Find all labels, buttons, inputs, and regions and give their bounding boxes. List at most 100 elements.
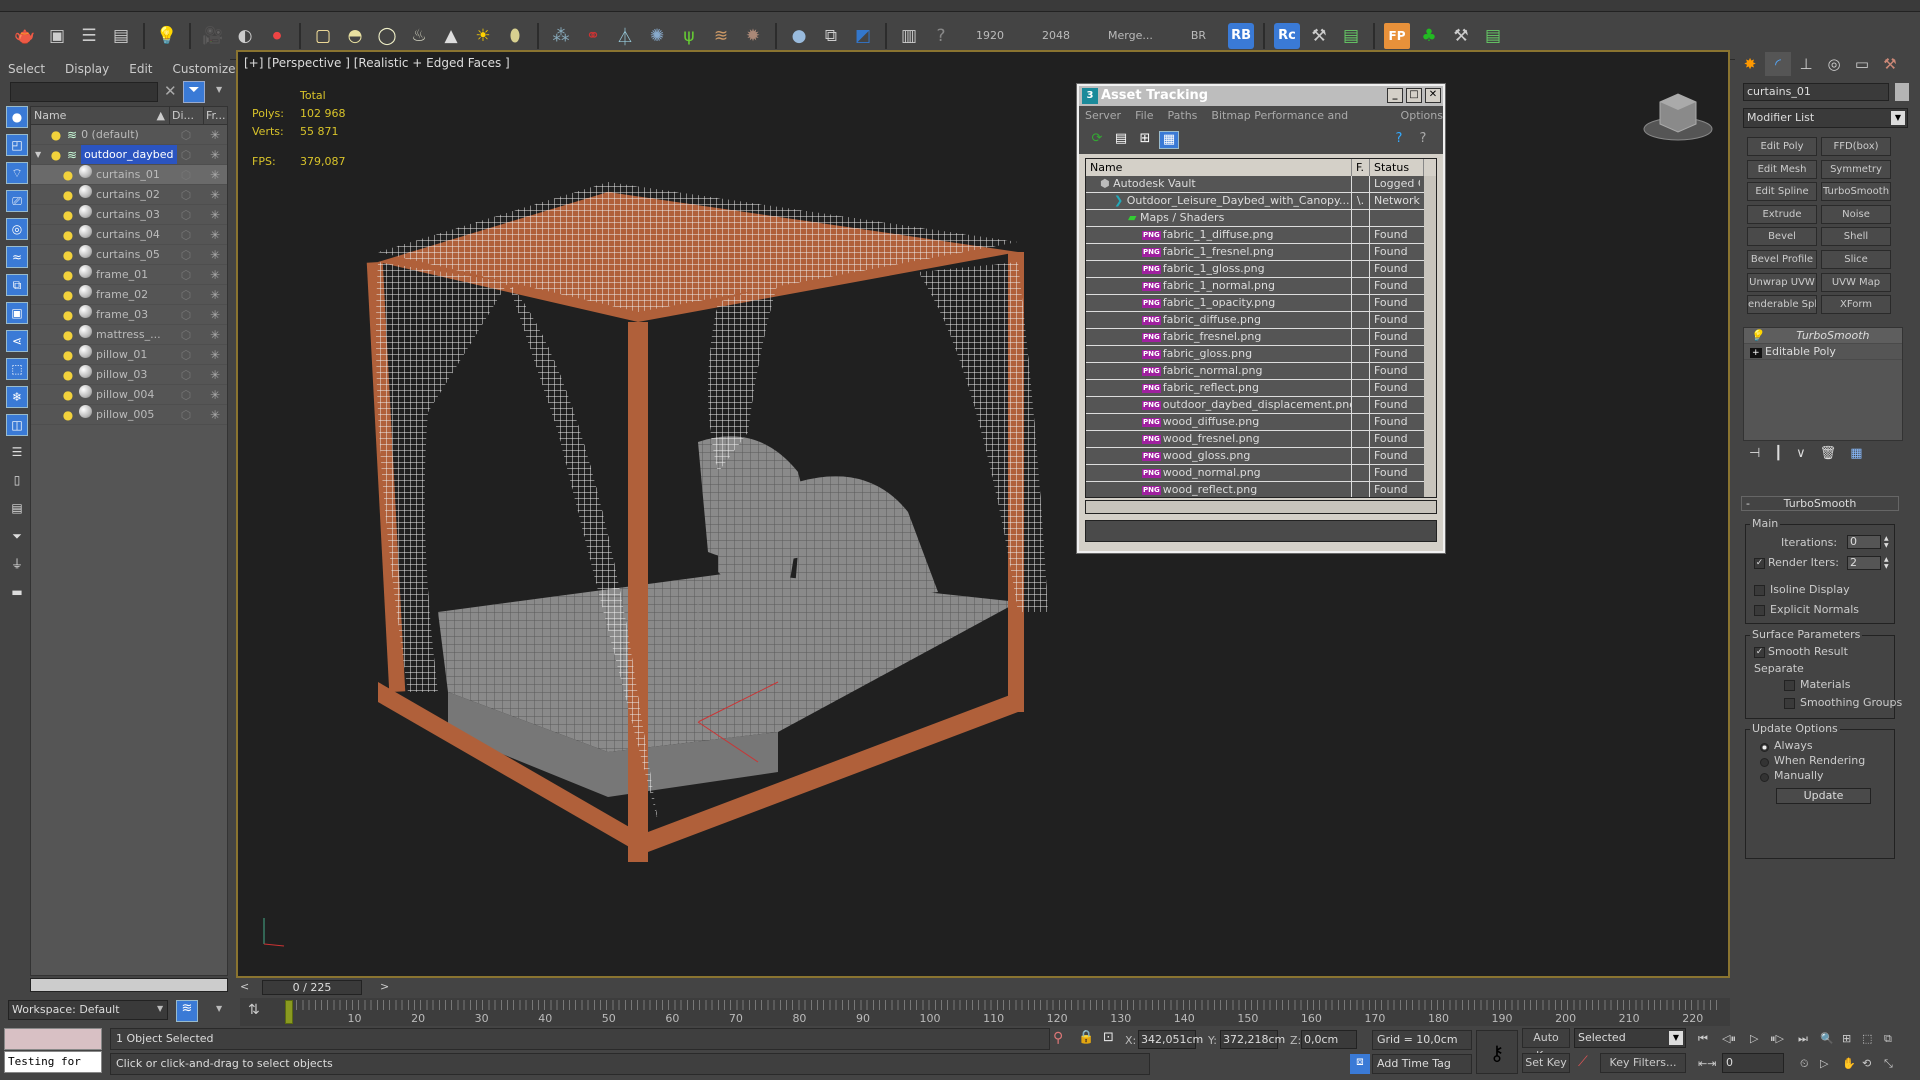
clear-search-icon[interactable]: ✕ [164,82,177,100]
asset-row[interactable]: PNG fabric_diffuse.png Found [1086,312,1436,329]
set-key-button[interactable]: Set Key [1522,1053,1570,1073]
menu-display[interactable]: Display [65,62,109,76]
expand-icon[interactable]: + [1750,348,1762,358]
modifier-button[interactable]: Edit Mesh [1747,159,1817,179]
freeze-icon[interactable]: ✳ [205,145,225,165]
curve-editor-icon[interactable]: ⇅ [248,1002,260,1018]
modifier-button[interactable]: enderable Splin [1747,295,1817,315]
help-icon[interactable]: ? [1389,131,1409,149]
xrefs-filter-icon[interactable]: ▣ [6,302,28,324]
freeze-icon[interactable]: ✳ [205,225,225,245]
shapes-filter-icon[interactable]: ◰ [6,134,28,156]
cameras-filter-icon[interactable]: ⎚ [6,190,28,212]
utilities-tab-icon[interactable]: ⚒ [1877,52,1903,76]
display-none-icon[interactable]: ▯ [6,470,28,492]
display-tab-icon[interactable]: ▭ [1849,52,1875,76]
show-end-result-icon[interactable]: ┃ [1774,446,1782,468]
key-mode-toggle-icon[interactable]: ⇤⇥ [1698,1057,1716,1070]
maximize-viewport-icon[interactable]: ⤡ [1884,1057,1893,1071]
x-coordinate-field[interactable]: 342,051cm [1138,1030,1203,1049]
column-full-path[interactable]: F. [1352,159,1370,176]
filter-options-icon[interactable]: ⏚ [6,554,28,576]
geometry-filter-icon[interactable]: ● [6,106,28,128]
lightbulb-icon[interactable]: ● [61,225,75,244]
display-box-icon[interactable]: ⬡ [171,405,201,425]
bones-filter-icon[interactable]: ⋖ [6,330,28,352]
next-frame-icon[interactable]: ⏸▷ [1770,1032,1784,1046]
display-box-icon[interactable]: ⬡ [171,145,201,165]
lightbulb-icon[interactable]: ● [61,365,75,384]
spinner-arrows-icon[interactable]: ▲ ▼ [1884,556,1892,570]
column-status[interactable]: Status [1370,159,1424,176]
spinner-arrows-icon[interactable]: ▲ ▼ [1884,535,1892,549]
lightbulb-icon[interactable]: ● [49,145,63,164]
lightbulb-icon[interactable]: ● [61,405,75,424]
gear-sphere-icon[interactable]: ✺ [644,23,670,49]
configure-sets-icon[interactable]: ▦ [1850,446,1862,468]
add-time-tag[interactable]: Add Time Tag [1372,1054,1472,1074]
teapot-light-icon[interactable]: ♨ [406,23,432,49]
hidden-filter-icon[interactable]: ◫ [6,414,28,436]
asset-row[interactable]: PNG fabric_1_diffuse.png Found [1086,227,1436,244]
display-all-icon[interactable]: ☰ [6,442,28,464]
freeze-icon[interactable]: ✳ [205,205,225,225]
next-frame-arrow[interactable]: > [380,980,389,993]
menu-options[interactable]: Options [1401,106,1443,126]
lightbulb-icon[interactable]: ● [49,125,63,144]
lightbulb-icon[interactable]: ● [61,285,75,304]
viewport-label[interactable]: [+] [Perspective ] [Realistic + Edged Fa… [244,56,510,70]
grass-icon[interactable]: ψ [676,23,702,49]
column-name[interactable]: Name ▲ [31,107,169,124]
explorer-item[interactable]: ● frame_03 ⬡ ✳ [31,305,227,325]
display-box-icon[interactable]: ⬡ [171,285,201,305]
make-unique-icon[interactable]: ∨ [1796,446,1806,468]
list-icon[interactable]: ▤ [1480,23,1506,49]
display-box-icon[interactable]: ⬡ [171,305,201,325]
modifier-button[interactable]: TurboSmooth [1821,182,1891,202]
lightbulb-icon[interactable]: ● [61,265,75,284]
video-camera-icon[interactable]: ⏺ [264,23,290,49]
freeze-icon[interactable]: ✳ [205,345,225,365]
layers-icon[interactable]: ≋ [176,1000,198,1022]
modifier-button[interactable]: Noise [1821,204,1891,224]
light-lister-icon[interactable]: 💡 [154,23,180,49]
display-box-icon[interactable]: ⬡ [171,165,201,185]
modifier-button[interactable]: Symmetry [1821,159,1891,179]
zoom-extents-all-icon[interactable]: ⧉ [1884,1032,1892,1046]
freeze-icon[interactable]: ✳ [205,185,225,205]
groups-filter-icon[interactable]: ⧉ [6,274,28,296]
go-to-start-icon[interactable]: ⏮ [1698,1032,1708,1046]
help-icon[interactable]: ? [928,23,954,49]
freeze-icon[interactable]: ✳ [205,365,225,385]
sphere-icon[interactable]: ● [786,23,812,49]
asset-row[interactable]: PNG fabric_1_normal.png Found [1086,278,1436,295]
asset-row[interactable]: PNG wood_normal.png Found [1086,465,1436,482]
daybed-model[interactable] [278,132,1078,932]
prev-frame-arrow[interactable]: < [240,980,249,993]
tree-view-icon[interactable]: ⊞ [1135,131,1155,149]
explorer-search-input[interactable] [10,82,158,102]
stack-item-turbosmooth[interactable]: 💡 TurboSmooth [1744,328,1902,344]
menu-customize[interactable]: Customize [173,62,236,76]
key-tangent-icon[interactable]: ⟋ [1578,1054,1588,1070]
lightbulb-icon[interactable]: ● [61,165,75,184]
containers-filter-icon[interactable]: ⬚ [6,358,28,380]
ox-icon[interactable]: ✹ [740,23,766,49]
current-frame-field[interactable]: 0 [1722,1053,1784,1073]
fp-button[interactable]: FP [1384,22,1411,49]
lightbulb-icon[interactable]: ● [61,305,75,324]
asset-row[interactable]: PNG wood_gloss.png Found [1086,448,1436,465]
minimize-button[interactable]: _ [1387,88,1403,103]
teapot-icon[interactable]: 🫖 [12,23,38,49]
freeze-icon[interactable]: ✳ [205,165,225,185]
frozen-filter-icon[interactable]: ❄ [6,386,28,408]
pylon-icon[interactable]: ⏃ [612,23,638,49]
auto-key-button[interactable]: Auto Key [1522,1028,1570,1062]
refresh-icon[interactable]: ⟳ [1087,131,1107,149]
merge-button[interactable]: Merge... [1092,29,1169,42]
asset-row[interactable]: PNG fabric_1_gloss.png Found [1086,261,1436,278]
explorer-item[interactable]: ● ≋ 0 (default) ⬡ ✳ [31,125,227,145]
go-to-end-icon[interactable]: ⏭ [1798,1032,1808,1046]
asset-row[interactable]: PNG fabric_fresnel.png Found [1086,329,1436,346]
zoom-all-icon[interactable]: ⊞ [1842,1032,1851,1045]
